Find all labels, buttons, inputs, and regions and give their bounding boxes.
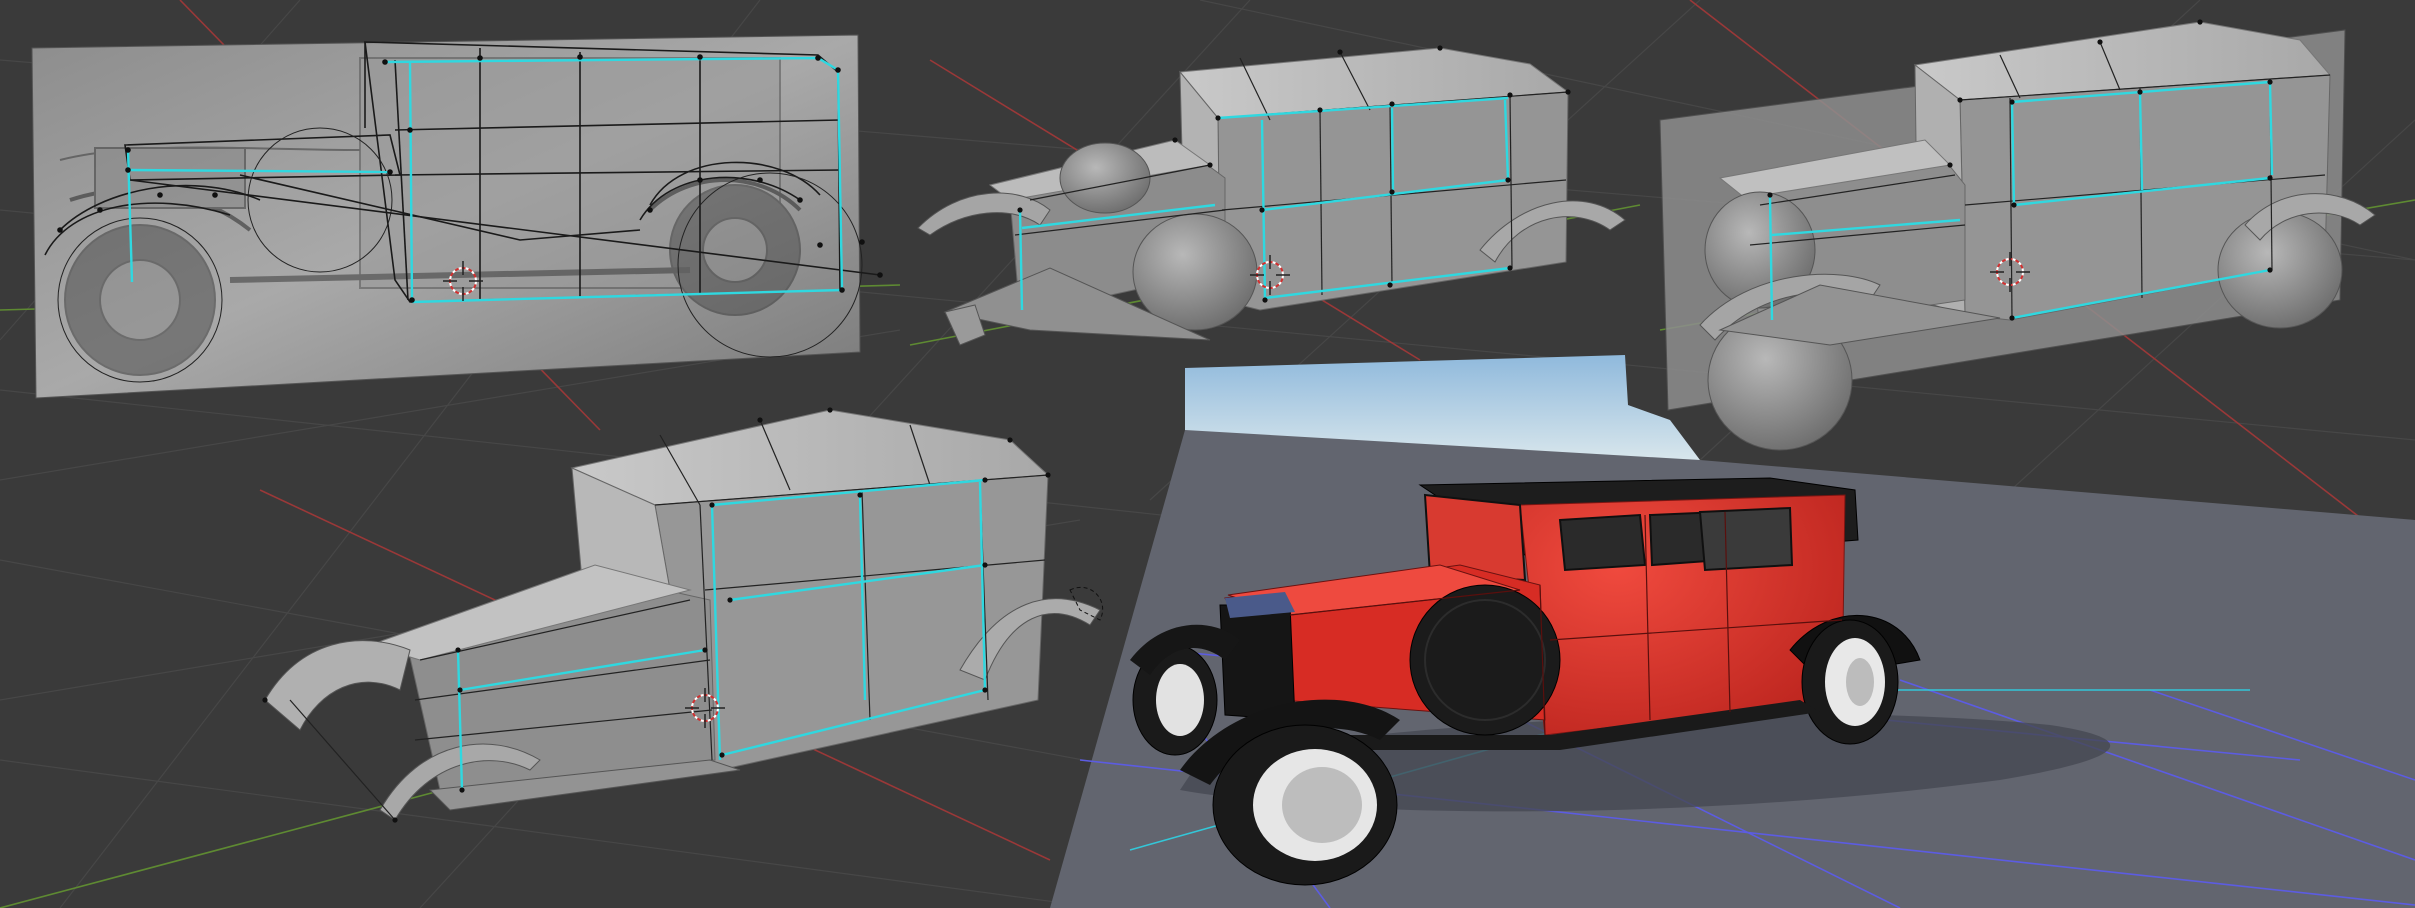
reference-image-blockout	[31, 34, 883, 399]
refined-body-blockout	[262, 407, 1104, 823]
viewport-canvas	[0, 0, 2415, 908]
front-fender	[264, 640, 411, 731]
blockout-with-reference	[1659, 19, 2376, 451]
render-front-right-wheel	[1212, 724, 1398, 886]
spare-wheel	[1132, 213, 1258, 331]
early-body-blockout	[917, 45, 1626, 346]
render-windows	[1558, 506, 1794, 572]
rear-wheel	[2217, 211, 2343, 329]
viewport-shaded-preview	[1050, 355, 2415, 908]
front-left-wheel	[1059, 142, 1151, 214]
render-spare-wheel	[1409, 584, 1561, 736]
render-rear-wheel	[1801, 619, 1899, 745]
render-radiator	[1219, 604, 1296, 721]
viewport-collage	[0, 0, 2415, 908]
